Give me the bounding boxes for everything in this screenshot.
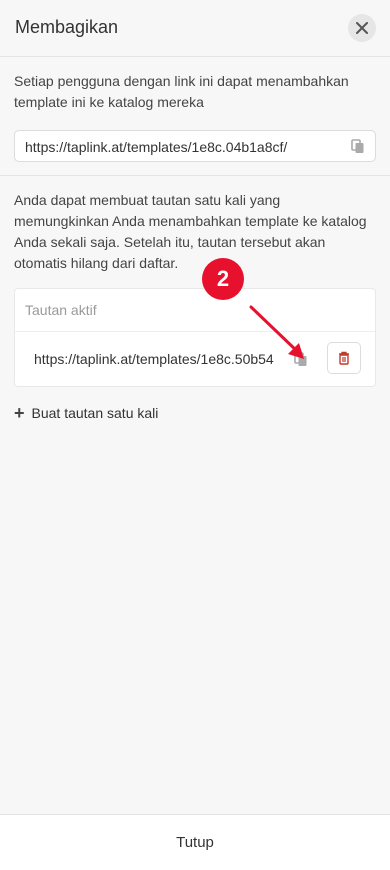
- create-one-time-link-button[interactable]: + Buat tautan satu kali: [14, 403, 376, 423]
- active-links-header: Tautan aktif: [15, 289, 375, 332]
- step-badge: 2: [202, 258, 244, 300]
- modal-footer: Tutup: [0, 814, 390, 870]
- active-link-text[interactable]: https://taplink.at/templates/1e8c.50b54: [34, 351, 274, 367]
- close-button[interactable]: [348, 14, 376, 42]
- share-link-field[interactable]: https://taplink.at/templates/1e8c.04b1a8…: [14, 130, 376, 162]
- copy-icon[interactable]: [351, 139, 365, 154]
- modal-header: Membagikan: [0, 0, 390, 57]
- share-description: Setiap pengguna dengan link ini dapat me…: [14, 73, 349, 110]
- plus-icon: +: [14, 403, 25, 423]
- share-section: Setiap pengguna dengan link ini dapat me…: [0, 57, 390, 176]
- trash-icon: [339, 351, 349, 365]
- active-links-label: Tautan aktif: [25, 302, 97, 318]
- share-link-text[interactable]: https://taplink.at/templates/1e8c.04b1a8…: [25, 139, 287, 155]
- copy-icon[interactable]: [294, 352, 308, 367]
- close-icon: [356, 22, 368, 34]
- active-links-box: Tautan aktif https://taplink.at/template…: [14, 288, 376, 387]
- one-time-description: Anda dapat membuat tautan satu kali yang…: [14, 192, 367, 271]
- modal-title: Membagikan: [15, 17, 119, 37]
- close-footer-button[interactable]: Tutup: [176, 834, 214, 851]
- active-link-row: https://taplink.at/templates/1e8c.50b54: [15, 332, 375, 386]
- one-time-section: Anda dapat membuat tautan satu kali yang…: [0, 176, 390, 423]
- delete-link-button[interactable]: [327, 342, 361, 374]
- create-link-label: Buat tautan satu kali: [31, 405, 159, 421]
